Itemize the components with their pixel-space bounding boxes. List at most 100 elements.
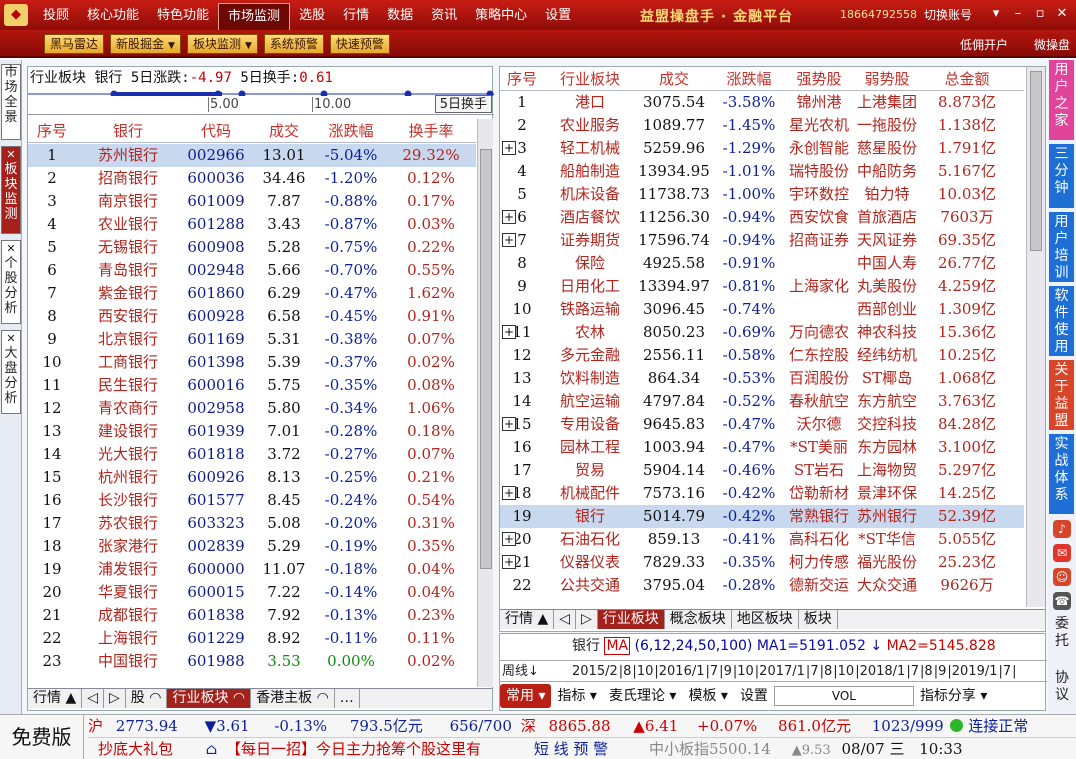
table-row[interactable]: 14 航空运输 4797.84 -0.52% 春秋航空 东方航空 3.763亿 [500,390,1024,413]
expand-icon[interactable]: + [502,210,516,224]
table-row[interactable]: 15 杭州银行 600926 8.13 -0.25% 0.21% [28,466,476,489]
promo-link[interactable]: 抄底大礼包 [98,740,173,758]
table-row[interactable]: +6 酒店餐饮 11256.30 -0.94% 西安饮食 首旅酒店 7603万 [500,206,1024,229]
right-side-tab[interactable]: 关于益盟 [1049,360,1074,430]
table-row[interactable]: +21 仪器仪表 7829.33 -0.35% 柯力传感 福光股份 25.23亿 [500,551,1024,574]
home-icon[interactable]: ⌂ [206,740,217,758]
weak-stock[interactable]: 中国人寿 [852,252,922,275]
toolbar-link[interactable]: 微操盘 [1034,36,1070,53]
chat-icon[interactable]: ✉ [1053,544,1071,562]
strong-stock[interactable]: 宇环数控 [786,183,852,206]
table-row[interactable]: 13 饮料制造 864.34 -0.53% 百润股份 ST椰岛 1.068亿 [500,367,1024,390]
weak-stock[interactable]: 上港集团 [852,91,922,114]
weak-stock[interactable]: 天风证券 [852,229,922,252]
menu-item[interactable]: 核心功能 [78,0,148,30]
table-row[interactable]: 23 中国银行 601988 3.53 0.00% 0.02% [28,650,476,673]
column-header[interactable]: 弱势股 [852,67,922,90]
table-row[interactable]: 18 张家港行 002839 5.29 -0.19% 0.35% [28,535,476,558]
period-selector[interactable]: 周线↓ [502,661,572,683]
side-tab[interactable]: 市场全景 [1,64,21,140]
side-tab[interactable]: ✕ 板块监测 [1,146,21,234]
weak-stock[interactable]: 慈星股份 [852,137,922,160]
side-tab[interactable]: ✕ 个股分析 [1,240,21,324]
column-header[interactable]: 总金额 [922,67,1012,90]
column-header[interactable]: 强势股 [786,67,852,90]
dropdown-arrow-icon[interactable]: ▼ [168,37,175,55]
column-header[interactable]: 涨跌幅 [316,119,386,142]
table-row[interactable]: 1 港口 3075.54 -3.58% 锦州港 上港集团 8.873亿 [500,91,1024,114]
dropdown-arrow-icon[interactable]: ▾ [585,688,597,704]
strong-stock[interactable]: 锦州港 [786,91,852,114]
table-row[interactable]: +7 证券期货 17596.74 -0.94% 招商证券 天风证券 69.35亿 [500,229,1024,252]
strong-stock[interactable]: 高科石化 [786,528,852,551]
table-row[interactable]: 11 民生银行 600016 5.75 -0.35% 0.08% [28,374,476,397]
switch-account-link[interactable]: 切换账号 [924,6,972,23]
weak-stock[interactable]: 苏州银行 [852,505,922,528]
bottom-tab[interactable]: ▷ [576,610,598,629]
expand-icon[interactable]: + [502,486,516,500]
strong-stock[interactable]: ST岩石 [786,459,852,482]
table-row[interactable]: 5 机床设备 11738.73 -1.00% 宇环数控 铂力特 10.03亿 [500,183,1024,206]
maximize-icon[interactable]: ▫ [1030,4,1050,24]
news-headline[interactable]: 【每日一招】今日主力抢筹个股这里有 [226,740,481,758]
strong-stock[interactable]: 永创智能 [786,137,852,160]
table-row[interactable]: 16 长沙银行 601577 8.45 -0.24% 0.54% [28,489,476,512]
strong-stock[interactable]: 瑞特股份 [786,160,852,183]
five-day-turnover-button[interactable]: 5日换手 [434,95,492,113]
strong-stock[interactable]: 星光农机 [786,114,852,137]
bottom-tab[interactable]: ▷ [104,689,126,708]
weak-stock[interactable]: 景津环保 [852,482,922,505]
weak-stock[interactable]: 丸美股份 [852,275,922,298]
table-row[interactable]: 17 贸易 5904.14 -0.46% ST岩石 上海物贸 5.297亿 [500,459,1024,482]
toolbar-button[interactable]: 系统预警 [263,34,324,54]
menu-item[interactable]: 选股 [290,0,334,30]
scrollbar-thumb[interactable] [480,149,492,569]
toolbar-button[interactable]: 黑马雷达 [44,34,105,54]
bottom-tab[interactable]: ◁ [554,610,576,629]
weak-stock[interactable]: 上海物贸 [852,459,922,482]
bottom-tab[interactable]: 股 ◠ [126,689,168,708]
bottom-tab[interactable]: 板块 [799,610,838,629]
strong-stock[interactable] [786,252,852,275]
bottom-tab[interactable]: 行情 ▲ [500,610,555,629]
weak-stock[interactable]: 一拖股份 [852,114,922,137]
dropdown-arrow-icon[interactable]: ▾ [976,688,987,704]
user-phone[interactable]: 18664792558 [840,8,917,21]
minimize-icon[interactable]: – [1008,4,1028,24]
table-row[interactable]: 12 多元金融 2556.11 -0.58% 仁东控股 经纬纺机 10.25亿 [500,344,1024,367]
bottom-tab[interactable]: ◁ [82,689,104,708]
right-side-link[interactable]: 委托 [1050,616,1074,656]
strong-stock[interactable]: *ST美丽 [786,436,852,459]
weak-stock[interactable]: 铂力特 [852,183,922,206]
weak-stock[interactable]: 神农科技 [852,321,922,344]
toolbar-link[interactable]: 低佣开户 [960,36,1008,53]
bottom-tab[interactable]: 香港主板 ◠ [251,689,335,708]
table-row[interactable]: 5 无锡银行 600908 5.28 -0.75% 0.22% [28,236,476,259]
weak-stock[interactable]: 东方园林 [852,436,922,459]
expand-icon[interactable]: + [502,141,516,155]
right-side-tab[interactable]: 三分钟 [1049,144,1074,208]
strong-stock[interactable]: 沃尔德 [786,413,852,436]
expand-icon[interactable]: + [502,417,516,431]
weak-stock[interactable]: *ST华信 [852,528,922,551]
weak-stock[interactable]: 大众交通 [852,574,922,597]
table-row[interactable]: 20 华夏银行 600015 7.22 -0.14% 0.04% [28,581,476,604]
table-row[interactable]: 3 南京银行 601009 7.87 -0.88% 0.17% [28,190,476,213]
close-icon[interactable]: ✕ [2,241,20,256]
right-side-tab[interactable]: 实战体系 [1049,434,1074,514]
ma-indicator-toggle[interactable]: MA [604,637,631,655]
scrollbar-thumb[interactable] [1030,71,1042,251]
chart-tool-button[interactable]: 设置 [734,684,774,708]
bottom-tab[interactable]: 概念板块 [665,610,732,629]
strong-stock[interactable]: 上海家化 [786,275,852,298]
column-header[interactable]: 代码 [180,119,252,142]
menu-icon[interactable]: ▾ [986,4,1006,24]
dropdown-arrow-icon[interactable]: ▾ [534,688,545,704]
toolbar-button[interactable]: 板块监测 ▼ [186,34,258,54]
strong-stock[interactable]: 岱勒新材 [786,482,852,505]
table-row[interactable]: 9 北京银行 601169 5.31 -0.38% 0.07% [28,328,476,351]
table-row[interactable]: 16 园林工程 1003.94 -0.47% *ST美丽 东方园林 3.100亿 [500,436,1024,459]
weak-stock[interactable]: 西部创业 [852,298,922,321]
user-icon[interactable]: ☺ [1053,568,1071,586]
table-row[interactable]: 1 苏州银行 002966 13.01 -5.04% 29.32% [28,144,476,167]
